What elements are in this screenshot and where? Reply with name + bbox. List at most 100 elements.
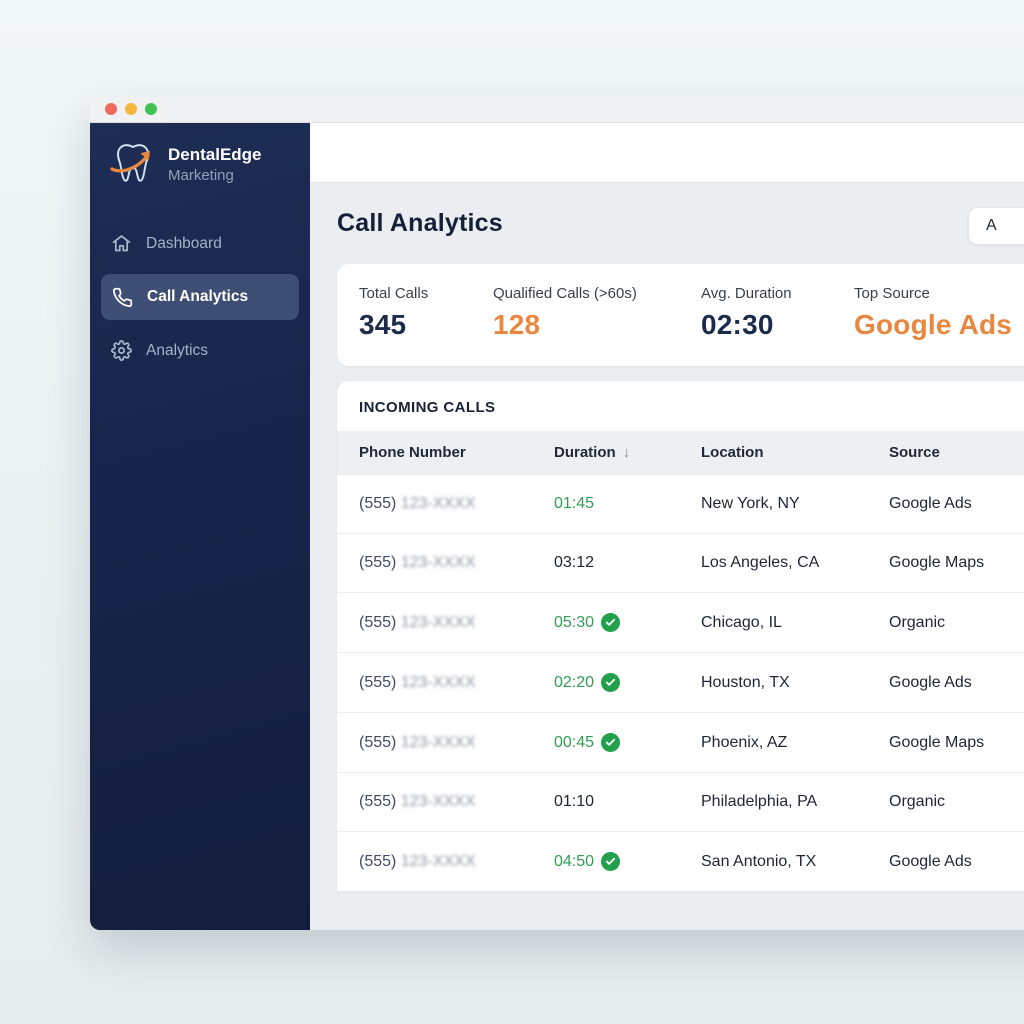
sidebar-item-analytics[interactable]: Analytics: [90, 328, 310, 373]
tooth-logo-icon: [110, 144, 150, 182]
duration-cell: 05:30: [554, 613, 701, 632]
table-row[interactable]: (555) 123-XXXX 02:20 Houston, TX Google …: [337, 652, 1024, 712]
sidebar-item-call-analytics[interactable]: Call Analytics: [101, 274, 299, 320]
column-header-location[interactable]: Location: [701, 444, 889, 461]
duration-value: 00:45: [554, 733, 595, 751]
location-cell: Los Angeles, CA: [701, 554, 820, 571]
close-window-button[interactable]: [105, 102, 117, 115]
home-icon: [111, 233, 132, 254]
qualified-badge: [601, 673, 621, 692]
source-cell: Organic: [889, 613, 946, 631]
source-cell: Google Ads: [889, 495, 972, 512]
duration-value: 04:50: [554, 852, 595, 870]
duration-value: 01:10: [554, 793, 595, 810]
location-cell: Chicago, IL: [701, 613, 782, 631]
table-header-row: Phone Number Duration ↓ Location Source: [337, 431, 1024, 474]
window-titlebar: [90, 95, 1024, 123]
phone-cell: (555) 123-XXXX: [359, 852, 476, 870]
table-row[interactable]: (555) 123-XXXX 03:12 Los Angeles, CA Goo…: [337, 533, 1024, 592]
phone-cell: (555) 123-XXXX: [359, 613, 476, 631]
sidebar-item-dashboard[interactable]: Dashboard: [90, 221, 310, 266]
phone-cell: (555) 123-XXXX: [359, 733, 476, 751]
sidebar-item-label: Dashboard: [146, 234, 222, 252]
duration-cell: 01:45: [554, 495, 701, 513]
table-row[interactable]: (555) 123-XXXX 04:50 San Antonio, TX Goo…: [337, 831, 1024, 891]
masked-phone: 123-XXXX: [400, 852, 476, 870]
location-cell: New York, NY: [701, 495, 800, 512]
main-area: Call Analytics A Total Calls 345 Qualifi…: [310, 123, 1024, 930]
header-action-button[interactable]: A: [968, 207, 1024, 245]
stat-value: 128: [493, 309, 541, 340]
qualified-badge: [601, 852, 621, 871]
column-header-source[interactable]: Source: [889, 444, 1024, 461]
stat-label: Qualified Calls (>60s): [493, 285, 637, 302]
table-row[interactable]: (555) 123-XXXX 01:10 Philadelphia, PA Or…: [337, 772, 1024, 831]
sidebar-nav: Dashboard Call Analytics Analytics: [90, 221, 310, 373]
column-header-duration[interactable]: Duration ↓: [554, 444, 701, 461]
stat-label: Top Source: [854, 285, 930, 302]
brand-subtitle: Marketing: [168, 166, 234, 184]
stat-label: Total Calls: [359, 285, 429, 302]
location-cell: Philadelphia, PA: [701, 793, 818, 810]
stat-qualified-calls: Qualified Calls (>60s) 128: [493, 285, 701, 341]
sidebar-item-label: Call Analytics: [147, 288, 249, 305]
source-cell: Google Maps: [889, 554, 985, 571]
source-cell: Google Maps: [889, 733, 985, 751]
table-row[interactable]: (555) 123-XXXX 05:30 Chicago, IL Organic: [337, 592, 1024, 652]
location-cell: San Antonio, TX: [701, 852, 817, 870]
sidebar-item-label: Analytics: [146, 341, 209, 359]
qualified-badge: [601, 613, 621, 632]
duration-cell: 01:10: [554, 793, 701, 811]
duration-value: 01:45: [554, 495, 595, 512]
stats-card: Total Calls 345 Qualified Calls (>60s) 1…: [337, 264, 1024, 366]
masked-phone: 123-XXXX: [400, 793, 476, 810]
table-row[interactable]: (555) 123-XXXX 00:45 Phoenix, AZ Google …: [337, 712, 1024, 772]
minimize-window-button[interactable]: [125, 102, 137, 115]
qualified-badge: [601, 733, 621, 752]
duration-cell: 04:50: [554, 852, 701, 871]
duration-value: 03:12: [554, 554, 595, 571]
sidebar: DentalEdge Marketing Dashboard Call Anal…: [90, 123, 310, 930]
phone-cell: (555) 123-XXXX: [359, 793, 476, 810]
stat-value: 02:30: [701, 309, 774, 340]
phone-cell: (555) 123-XXXX: [359, 673, 476, 691]
table-title: INCOMING CALLS: [359, 399, 496, 416]
location-cell: Phoenix, AZ: [701, 733, 788, 751]
gear-icon: [111, 340, 132, 361]
brand-name: DentalEdge: [168, 144, 262, 164]
column-header-phone[interactable]: Phone Number: [359, 444, 554, 461]
masked-phone: 123-XXXX: [400, 495, 476, 512]
table-row[interactable]: (555) 123-XXXX 01:45 New York, NY Google…: [337, 474, 1024, 533]
stat-value: 345: [359, 309, 407, 340]
duration-value: 05:30: [554, 613, 595, 631]
column-header-duration-label: Duration: [554, 444, 616, 461]
duration-cell: 00:45: [554, 733, 701, 752]
source-cell: Organic: [889, 793, 946, 810]
masked-phone: 123-XXXX: [400, 554, 476, 571]
duration-cell: 03:12: [554, 554, 701, 572]
app-window: DentalEdge Marketing Dashboard Call Anal…: [90, 95, 1024, 930]
phone-icon: [112, 287, 133, 308]
masked-phone: 123-XXXX: [400, 673, 476, 691]
brand: DentalEdge Marketing: [90, 141, 310, 187]
zoom-window-button[interactable]: [145, 102, 157, 115]
masked-phone: 123-XXXX: [400, 733, 476, 751]
duration-cell: 02:20: [554, 673, 701, 692]
stat-avg-duration: Avg. Duration 02:30: [701, 285, 854, 341]
stat-total-calls: Total Calls 345: [359, 285, 493, 341]
top-bar: [310, 123, 1024, 183]
sort-descending-icon[interactable]: ↓: [623, 444, 631, 461]
phone-cell: (555) 123-XXXX: [359, 495, 476, 512]
location-cell: Houston, TX: [701, 673, 790, 691]
content-area: Call Analytics A Total Calls 345 Qualifi…: [310, 183, 1024, 930]
source-cell: Google Ads: [889, 852, 972, 870]
stat-value: Google Ads: [854, 309, 1013, 340]
phone-cell: (555) 123-XXXX: [359, 554, 476, 571]
duration-value: 02:20: [554, 673, 595, 691]
masked-phone: 123-XXXX: [400, 613, 476, 631]
source-cell: Google Ads: [889, 673, 972, 691]
stat-label: Avg. Duration: [701, 285, 792, 302]
incoming-calls-card: INCOMING CALLS Phone Number Duration ↓ L…: [337, 381, 1024, 891]
page-title: Call Analytics: [337, 209, 503, 237]
stat-top-source: Top Source Google Ads: [854, 285, 1024, 341]
